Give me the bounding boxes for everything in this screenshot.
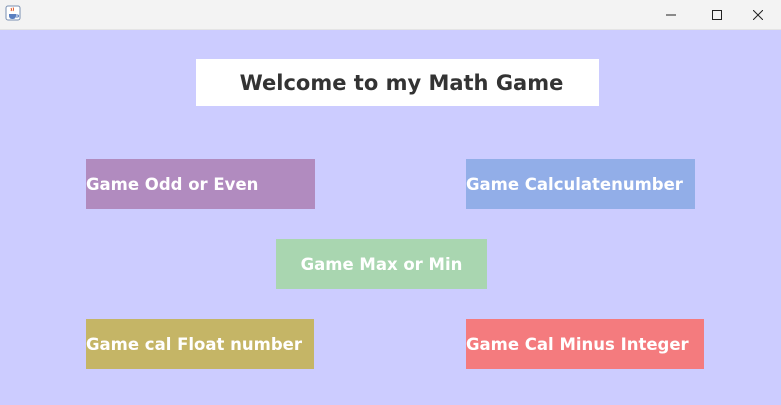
- game-float-number-button[interactable]: Game cal Float number: [86, 319, 314, 369]
- game-max-min-button[interactable]: Game Max or Min: [276, 239, 487, 289]
- minimize-icon: [666, 10, 676, 20]
- window-titlebar[interactable]: [0, 0, 781, 30]
- title-panel: Welcome to my Math Game: [196, 59, 599, 106]
- minimize-button[interactable]: [648, 0, 694, 29]
- close-icon: [753, 9, 763, 20]
- game-odd-even-button[interactable]: Game Odd or Even: [86, 159, 315, 209]
- app-window: Welcome to my Math Game Game Odd or Even…: [0, 0, 781, 405]
- game-minus-integer-button[interactable]: Game Cal Minus Integer: [466, 319, 704, 369]
- page-title: Welcome to my Math Game: [239, 70, 564, 95]
- maximize-icon: [712, 9, 722, 20]
- java-cup-icon: [5, 5, 21, 21]
- maximize-button[interactable]: [694, 0, 740, 29]
- close-button[interactable]: [735, 0, 781, 29]
- game-calculate-number-button[interactable]: Game Calculatenumber: [466, 159, 695, 209]
- main-panel: Welcome to my Math Game Game Odd or Even…: [0, 30, 781, 405]
